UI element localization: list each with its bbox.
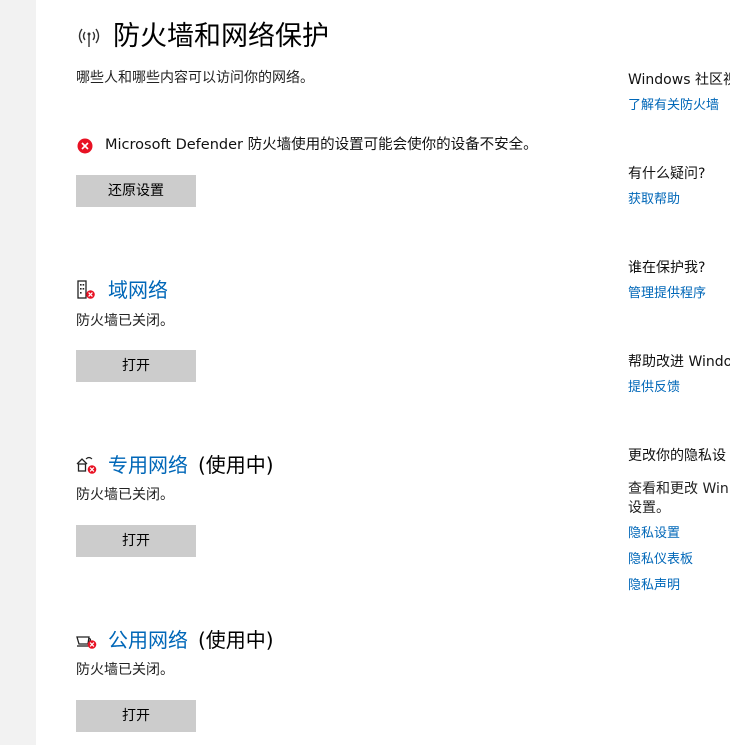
nav-strip <box>0 0 36 745</box>
coffee-network-icon <box>76 630 97 650</box>
manage-providers-link[interactable]: 管理提供程序 <box>628 284 706 304</box>
privacy-body-line1: 查看和更改 Win <box>628 481 729 497</box>
domain-network-link[interactable]: 域网络 <box>108 278 168 302</box>
related-links-panel: Windows 社区视 了解有关防火墙 有什么疑问? 获取帮助 谁在保护我? 管… <box>628 0 730 745</box>
restore-settings-button[interactable]: 还原设置 <box>76 175 196 207</box>
domain-network-status: 防火墙已关闭。 <box>76 313 174 329</box>
firewall-page: 防火墙和网络保护 哪些人和哪些内容可以访问你的网络。 Microsoft Def… <box>0 0 730 745</box>
public-network-status: 防火墙已关闭。 <box>76 662 174 678</box>
question-heading: 有什么疑问? <box>628 166 706 182</box>
private-network-status: 防火墙已关闭。 <box>76 487 174 503</box>
private-network-link[interactable]: 专用网络 <box>108 453 188 477</box>
who-protects-heading: 谁在保护我? <box>628 260 706 276</box>
learn-firewall-link[interactable]: 了解有关防火墙 <box>628 96 719 116</box>
community-heading: Windows 社区视 <box>628 72 730 88</box>
private-turn-on-button[interactable]: 打开 <box>76 525 196 557</box>
home-network-icon <box>76 455 97 475</box>
building-network-icon <box>76 280 96 300</box>
give-feedback-link[interactable]: 提供反馈 <box>628 378 680 398</box>
privacy-body-line2: 设置。 <box>628 500 670 516</box>
improve-heading: 帮助改进 Windo <box>628 354 730 370</box>
page-subtitle: 哪些人和哪些内容可以访问你的网络。 <box>76 70 314 86</box>
public-in-use-label: (使用中) <box>198 628 274 652</box>
warning-message: Microsoft Defender 防火墙使用的设置可能会使你的设备不安全。 <box>105 137 538 153</box>
page-title: 防火墙和网络保护 <box>113 21 329 52</box>
privacy-settings-link[interactable]: 隐私设置 <box>628 524 680 544</box>
private-network-heading: 专用网络 (使用中) <box>108 451 274 479</box>
domain-turn-on-button[interactable]: 打开 <box>76 350 196 382</box>
privacy-dashboard-link[interactable]: 隐私仪表板 <box>628 550 693 570</box>
private-in-use-label: (使用中) <box>198 453 274 477</box>
domain-network-heading: 域网络 <box>108 276 168 304</box>
privacy-statement-link[interactable]: 隐私声明 <box>628 576 680 596</box>
get-help-link[interactable]: 获取帮助 <box>628 190 680 210</box>
wireless-antenna-icon <box>76 26 102 48</box>
public-network-heading: 公用网络 (使用中) <box>108 626 274 654</box>
public-network-link[interactable]: 公用网络 <box>108 628 188 652</box>
public-turn-on-button[interactable]: 打开 <box>76 700 196 732</box>
error-circle-icon <box>77 138 93 154</box>
privacy-heading: 更改你的隐私设 <box>628 448 726 464</box>
